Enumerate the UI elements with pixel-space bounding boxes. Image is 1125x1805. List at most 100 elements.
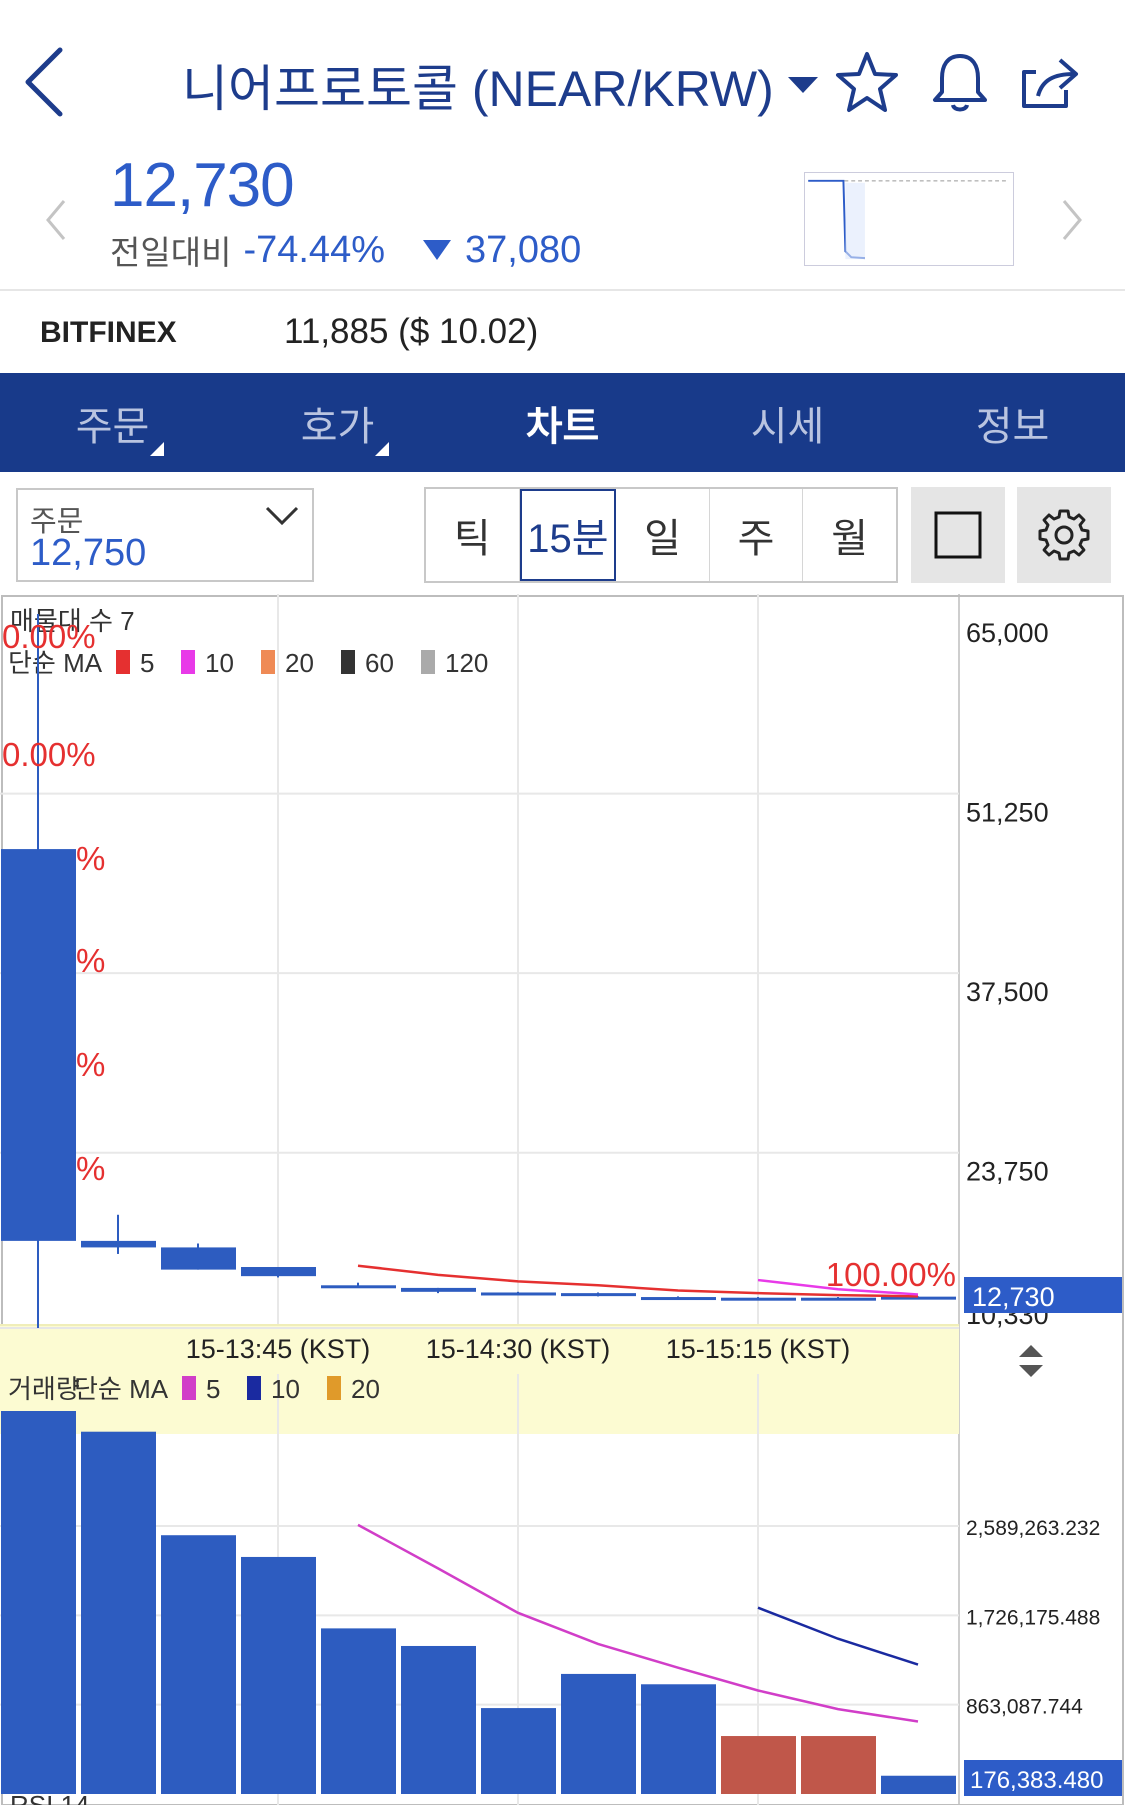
fullscreen-button[interactable] <box>911 487 1005 583</box>
bell-icon[interactable] <box>925 48 995 118</box>
tab-info[interactable]: 정보 <box>900 373 1125 472</box>
volume-y-tick: 1,726,175.488 <box>966 1606 1100 1629</box>
price-ma-legend-swatch <box>116 650 130 674</box>
volume-bar <box>721 1736 796 1794</box>
volume-ma-legend-entry: 10 <box>271 1374 300 1404</box>
previous-coin-chevron-icon[interactable] <box>38 195 78 245</box>
volume-bar <box>1 1411 76 1794</box>
change-percent: -74.44% <box>243 228 385 271</box>
tab-label: 시세 <box>750 404 825 449</box>
x-axis-tick-label: 15-13:45 (KST) <box>186 1334 371 1364</box>
tab-market[interactable]: 시세 <box>675 373 900 472</box>
volume-profile-pct-label: % <box>76 1046 105 1083</box>
volume-ma-legend-entry: 20 <box>351 1374 380 1404</box>
volume-bar <box>801 1736 876 1794</box>
period-tick[interactable]: 틱 <box>426 489 520 581</box>
title-dropdown[interactable]: 니어프로토콜 (NEAR/KRW) <box>182 50 818 120</box>
volume-ma-legend-swatch <box>247 1376 261 1400</box>
tab-label: 주문 <box>75 404 150 449</box>
volume-profile-pct-label: % <box>76 840 105 877</box>
resize-handle-icon[interactable] <box>1019 1345 1043 1377</box>
price-y-tick: 23,750 <box>966 1157 1049 1187</box>
tab-chart[interactable]: 차트 <box>450 373 675 472</box>
star-icon[interactable] <box>832 48 902 118</box>
share-icon[interactable] <box>1016 48 1086 118</box>
submenu-corner-icon <box>150 442 164 456</box>
price-ma-legend-entry: 60 <box>365 648 394 678</box>
divider <box>0 289 1125 291</box>
volume-ma-legend-swatch <box>327 1376 341 1400</box>
price-ma-legend-entry: 10 <box>205 648 234 678</box>
candle-body <box>161 1247 236 1270</box>
candle-body <box>81 1240 156 1248</box>
candle-body <box>721 1297 796 1301</box>
candlestick-series <box>1 614 956 1328</box>
price-change-row: 전일대비 -74.44% 37,080 <box>110 226 581 274</box>
period-selector: 틱 15분 일 주 월 <box>424 487 898 583</box>
price-ma-legend-swatch <box>181 650 195 674</box>
candle-body <box>481 1292 556 1296</box>
period-week[interactable]: 주 <box>710 489 804 581</box>
candle-body <box>321 1285 396 1289</box>
volume-profile-pct-label: 0.00% <box>2 618 96 655</box>
header-bar: 니어프로토콜 (NEAR/KRW) <box>0 0 1125 150</box>
volume-y-axis: 2,589,263.232 1,726,175.488 863,087.744 <box>966 1517 1100 1719</box>
candle-body <box>561 1293 636 1297</box>
candle-body <box>801 1297 876 1301</box>
order-price-select[interactable]: 주문 12,750 <box>16 488 314 582</box>
volume-bar <box>641 1684 716 1794</box>
next-coin-chevron-icon[interactable] <box>1050 195 1090 245</box>
price-ma-legend-entry: 20 <box>285 648 314 678</box>
tab-label: 차트 <box>525 404 600 449</box>
volume-bar <box>161 1535 236 1794</box>
submenu-corner-icon <box>375 442 389 456</box>
price-gridlines <box>0 792 959 1154</box>
change-amount: 37,080 <box>465 228 582 271</box>
price-ma-legend-entry: 5 <box>140 648 154 678</box>
volume-profile-pct-label: % <box>76 1150 105 1187</box>
price-ma-legend-swatch <box>421 650 435 674</box>
volume-bar <box>561 1673 636 1794</box>
dropdown-caret-icon <box>787 77 818 93</box>
price-y-axis: 65,00051,25037,50023,75010,330 <box>966 618 1049 1330</box>
tab-orderbook[interactable]: 호가 <box>225 373 450 472</box>
main-tabs: 주문 호가 차트 시세 정보 <box>0 373 1125 472</box>
price-y-tick: 51,250 <box>966 798 1049 828</box>
candle-body <box>641 1297 716 1301</box>
current-price-tag-text: 12,730 <box>972 1282 1055 1312</box>
current-volume-tag-text: 176,383.480 <box>970 1767 1103 1794</box>
change-label: 전일대비 <box>110 234 232 271</box>
period-month[interactable]: 월 <box>803 489 896 581</box>
rsi-panel-label: RSI 14 <box>10 1790 90 1805</box>
price-ma-legend-swatch <box>261 650 275 674</box>
volume-profile-pct-label: % <box>76 942 105 979</box>
period-day[interactable]: 일 <box>616 489 710 581</box>
price-ma-legend-swatch <box>341 650 355 674</box>
exchange-name: BITFINEX <box>40 316 177 349</box>
volume-profile-labels: 0.00% 0.00%%%%% 100.00% <box>2 618 956 1293</box>
x-axis-tick-label: 15-14:30 (KST) <box>426 1334 611 1364</box>
chart-area[interactable]: 15-13:45 (KST) 15-14:30 (KST) 15-15:15 (KS… <box>0 594 1125 1805</box>
back-chevron-icon[interactable] <box>14 38 84 128</box>
x-axis-tick-label: 15-15:15 (KST) <box>666 1334 851 1364</box>
price-ma-legend-entry: 120 <box>445 648 488 678</box>
volume-ma-legend-label: 단순 MA <box>74 1374 169 1404</box>
volume-bar <box>401 1645 476 1794</box>
price-y-tick: 37,500 <box>966 977 1049 1007</box>
volume-ma-legend-title: 거래량 <box>8 1374 80 1404</box>
vertical-gridlines <box>277 594 759 1805</box>
order-select-value: 12,750 <box>30 532 147 574</box>
volume-y-tick: 863,087.744 <box>966 1696 1083 1719</box>
chart-settings-button[interactable] <box>1017 487 1111 583</box>
exchange-price: 11,885 ($ 10.02) <box>284 312 539 351</box>
period-15min[interactable]: 15분 <box>519 489 617 581</box>
candle-body <box>1 849 76 1241</box>
page-title: 니어프로토콜 (NEAR/KRW) <box>182 61 774 117</box>
volume-bar <box>81 1431 156 1794</box>
current-price: 12,730 <box>110 151 295 220</box>
gear-icon <box>1038 509 1090 561</box>
tab-order[interactable]: 주문 <box>0 373 225 472</box>
volume-bar <box>241 1556 316 1794</box>
candle-body <box>241 1267 316 1277</box>
volume-bar <box>481 1708 556 1794</box>
